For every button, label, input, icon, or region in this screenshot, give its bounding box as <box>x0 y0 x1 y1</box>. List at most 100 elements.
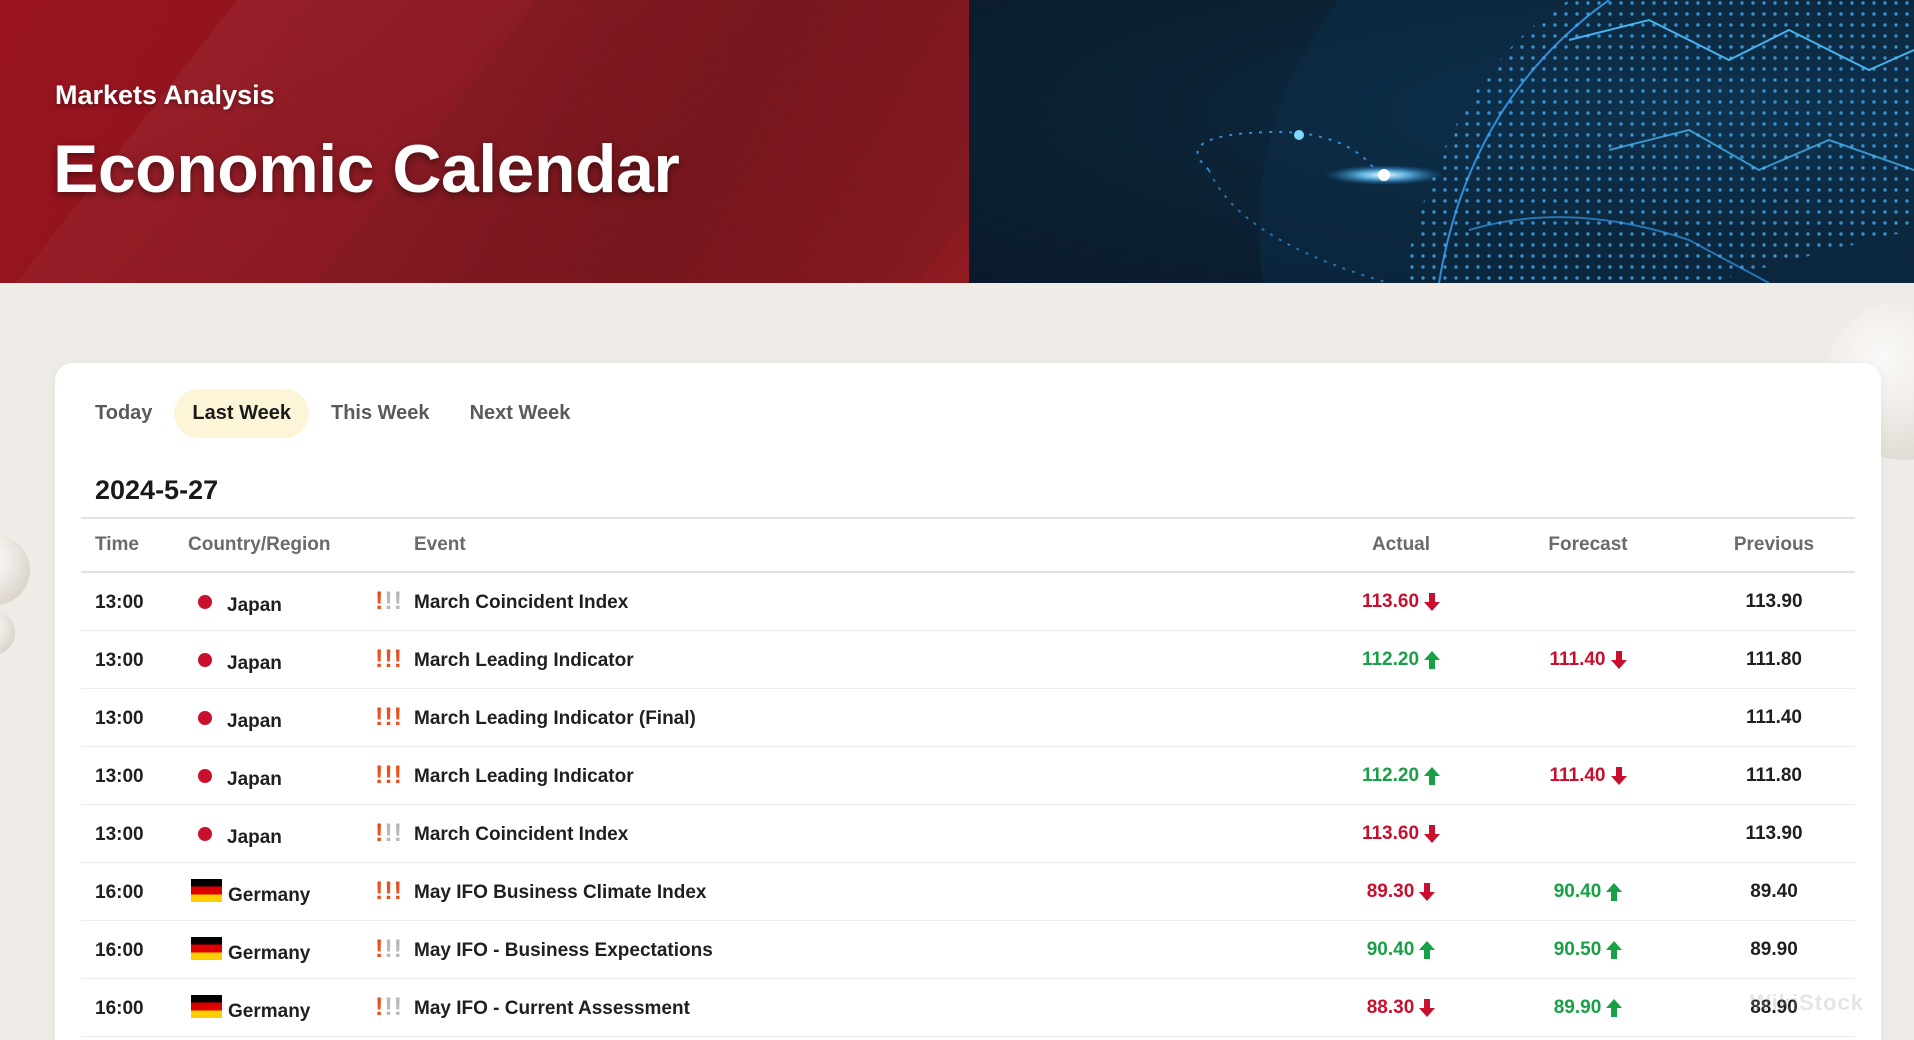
row-event[interactable]: March Leading Indicator <box>414 747 634 804</box>
row-country: Germany <box>191 863 371 920</box>
page-title: Economic Calendar <box>53 131 680 207</box>
arrow-up-icon <box>1424 766 1441 785</box>
row-time: 16:00 <box>95 939 144 961</box>
forecast-value-text: 111.40 <box>1549 648 1606 670</box>
country-label: Germany <box>228 884 311 906</box>
importance-icon: !!! <box>375 819 402 847</box>
arrow-down-icon <box>1419 998 1436 1017</box>
importance-icon: !!! <box>375 935 402 963</box>
period-tabs: Today Last Week This Week Next Week <box>77 389 592 438</box>
actual-value-text: 112.20 <box>1361 764 1420 786</box>
country-label: Japan <box>227 710 282 732</box>
hero-banner: Markets Analysis Economic Calendar <box>0 0 1914 283</box>
country-label: Japan <box>227 826 282 848</box>
row-event[interactable]: May IFO Business Climate Index <box>414 863 706 920</box>
japan-flag-icon <box>198 710 212 725</box>
japan-flag-icon <box>198 652 212 667</box>
pearl-decoration <box>0 610 15 655</box>
hero-subtitle: Markets Analysis <box>55 80 275 110</box>
row-event[interactable]: March Coincident Index <box>414 573 628 630</box>
arrow-down-icon <box>1424 592 1441 611</box>
table-row[interactable]: 13:00 Japan!!! March Leading Indicator (Fi… <box>81 689 1855 747</box>
forecast-value: 89.90 <box>1554 997 1623 1019</box>
previous-value: 89.40 <box>1750 880 1798 902</box>
forecast-value-text: 90.40 <box>1553 880 1602 902</box>
header-actual: Actual <box>1371 534 1431 555</box>
country-label: Germany <box>228 1000 311 1022</box>
row-country: Germany <box>191 979 371 1036</box>
row-country: Germany <box>191 921 371 978</box>
actual-value-text: 113.60 <box>1361 590 1420 612</box>
table-row[interactable]: 16:00 Germany!!! May IFO Business Climate … <box>81 863 1855 921</box>
header-forecast: Forecast <box>1548 534 1628 555</box>
arrow-down-icon <box>1610 766 1627 785</box>
forecast-value-text: 111.40 <box>1549 764 1606 786</box>
actual-value: 88.30 <box>1367 997 1436 1019</box>
header-country: Country/Region <box>188 534 331 555</box>
germany-flag-icon <box>191 995 222 1018</box>
previous-value: 113.90 <box>1745 590 1803 612</box>
row-time: 13:00 <box>95 823 144 845</box>
row-event[interactable]: May IFO - Business Expectations <box>414 921 713 978</box>
pearl-decoration <box>0 535 30 605</box>
header-event: Event <box>414 534 466 555</box>
previous-value: 113.90 <box>1745 822 1803 844</box>
actual-value: 90.40 <box>1367 939 1436 961</box>
row-event[interactable]: May IFO - Current Assessment <box>414 979 690 1036</box>
importance-icon: !!! <box>375 877 402 905</box>
actual-value: 113.60 <box>1361 590 1441 613</box>
forecast-value: 111.40 <box>1549 764 1627 787</box>
table-row[interactable]: 16:00 Germany!!! May IFO - Current Assessm… <box>81 979 1855 1037</box>
actual-value: 89.30 <box>1367 881 1436 903</box>
previous-value: 111.80 <box>1745 764 1803 786</box>
importance-icon: !!! <box>375 993 402 1021</box>
tab-next-week[interactable]: Next Week <box>452 389 589 438</box>
tab-this-week[interactable]: This Week <box>313 389 448 438</box>
japan-flag-icon <box>198 826 212 841</box>
header-previous: Previous <box>1733 534 1815 555</box>
row-country: Japan <box>191 689 371 746</box>
arrow-up-icon <box>1606 940 1623 959</box>
row-country: Japan <box>191 747 371 804</box>
hero-red-panel: Markets Analysis Economic Calendar <box>0 0 969 283</box>
watermark-logo: WikiStock <box>1750 990 1864 1015</box>
row-time: 13:00 <box>95 649 144 671</box>
forecast-value: 90.50 <box>1554 939 1623 961</box>
table-header: Time Country/Region Event Actual Forecas… <box>81 517 1855 573</box>
importance-icon: !!! <box>375 761 402 789</box>
country-label: Japan <box>227 652 282 674</box>
row-event[interactable]: March Coincident Index <box>414 805 628 862</box>
germany-flag-icon <box>191 879 222 902</box>
hero-globe-image <box>969 0 1914 283</box>
tab-last-week[interactable]: Last Week <box>174 389 309 438</box>
table-row[interactable]: 16:00 Germany!!! May IFO - Business Expect… <box>81 921 1855 979</box>
row-country: Japan <box>191 805 371 862</box>
actual-value-text: 90.40 <box>1366 938 1415 960</box>
actual-value-text: 112.20 <box>1361 648 1420 670</box>
table-body: 13:00 Japan!!! March Coincident Index 113.6… <box>81 573 1855 1037</box>
table-row[interactable]: 13:00 Japan!!! March Coincident Index 113.6… <box>81 805 1855 863</box>
arrow-up-icon <box>1606 882 1623 901</box>
forecast-value: 90.40 <box>1554 881 1623 903</box>
date-heading: 2024-5-27 <box>95 475 219 505</box>
table-row[interactable]: 13:00 Japan!!! March Leading Indicator 112.… <box>81 631 1855 689</box>
actual-value: 113.60 <box>1362 823 1441 845</box>
calendar-card: Today Last Week This Week Next Week 2024… <box>55 363 1881 1040</box>
row-event[interactable]: March Leading Indicator <box>414 631 634 688</box>
row-time: 16:00 <box>95 997 144 1019</box>
germany-flag-icon <box>191 937 222 960</box>
previous-value: 89.90 <box>1750 938 1798 960</box>
table-row[interactable]: 13:00 Japan!!! March Coincident Index 113.6… <box>81 573 1855 631</box>
tab-today[interactable]: Today <box>77 389 170 438</box>
row-time: 16:00 <box>95 881 144 903</box>
actual-value-text: 89.30 <box>1366 880 1415 902</box>
row-country: Japan <box>191 573 371 630</box>
row-time: 13:00 <box>95 591 144 613</box>
row-event[interactable]: March Leading Indicator (Final) <box>414 689 696 746</box>
table-row[interactable]: 13:00 Japan!!! March Leading Indicator 112.… <box>81 747 1855 805</box>
row-time: 13:00 <box>95 765 144 787</box>
arrow-down-icon <box>1419 882 1436 901</box>
country-label: Japan <box>227 594 282 616</box>
arrow-up-icon <box>1424 650 1441 669</box>
importance-icon: !!! <box>375 645 402 673</box>
